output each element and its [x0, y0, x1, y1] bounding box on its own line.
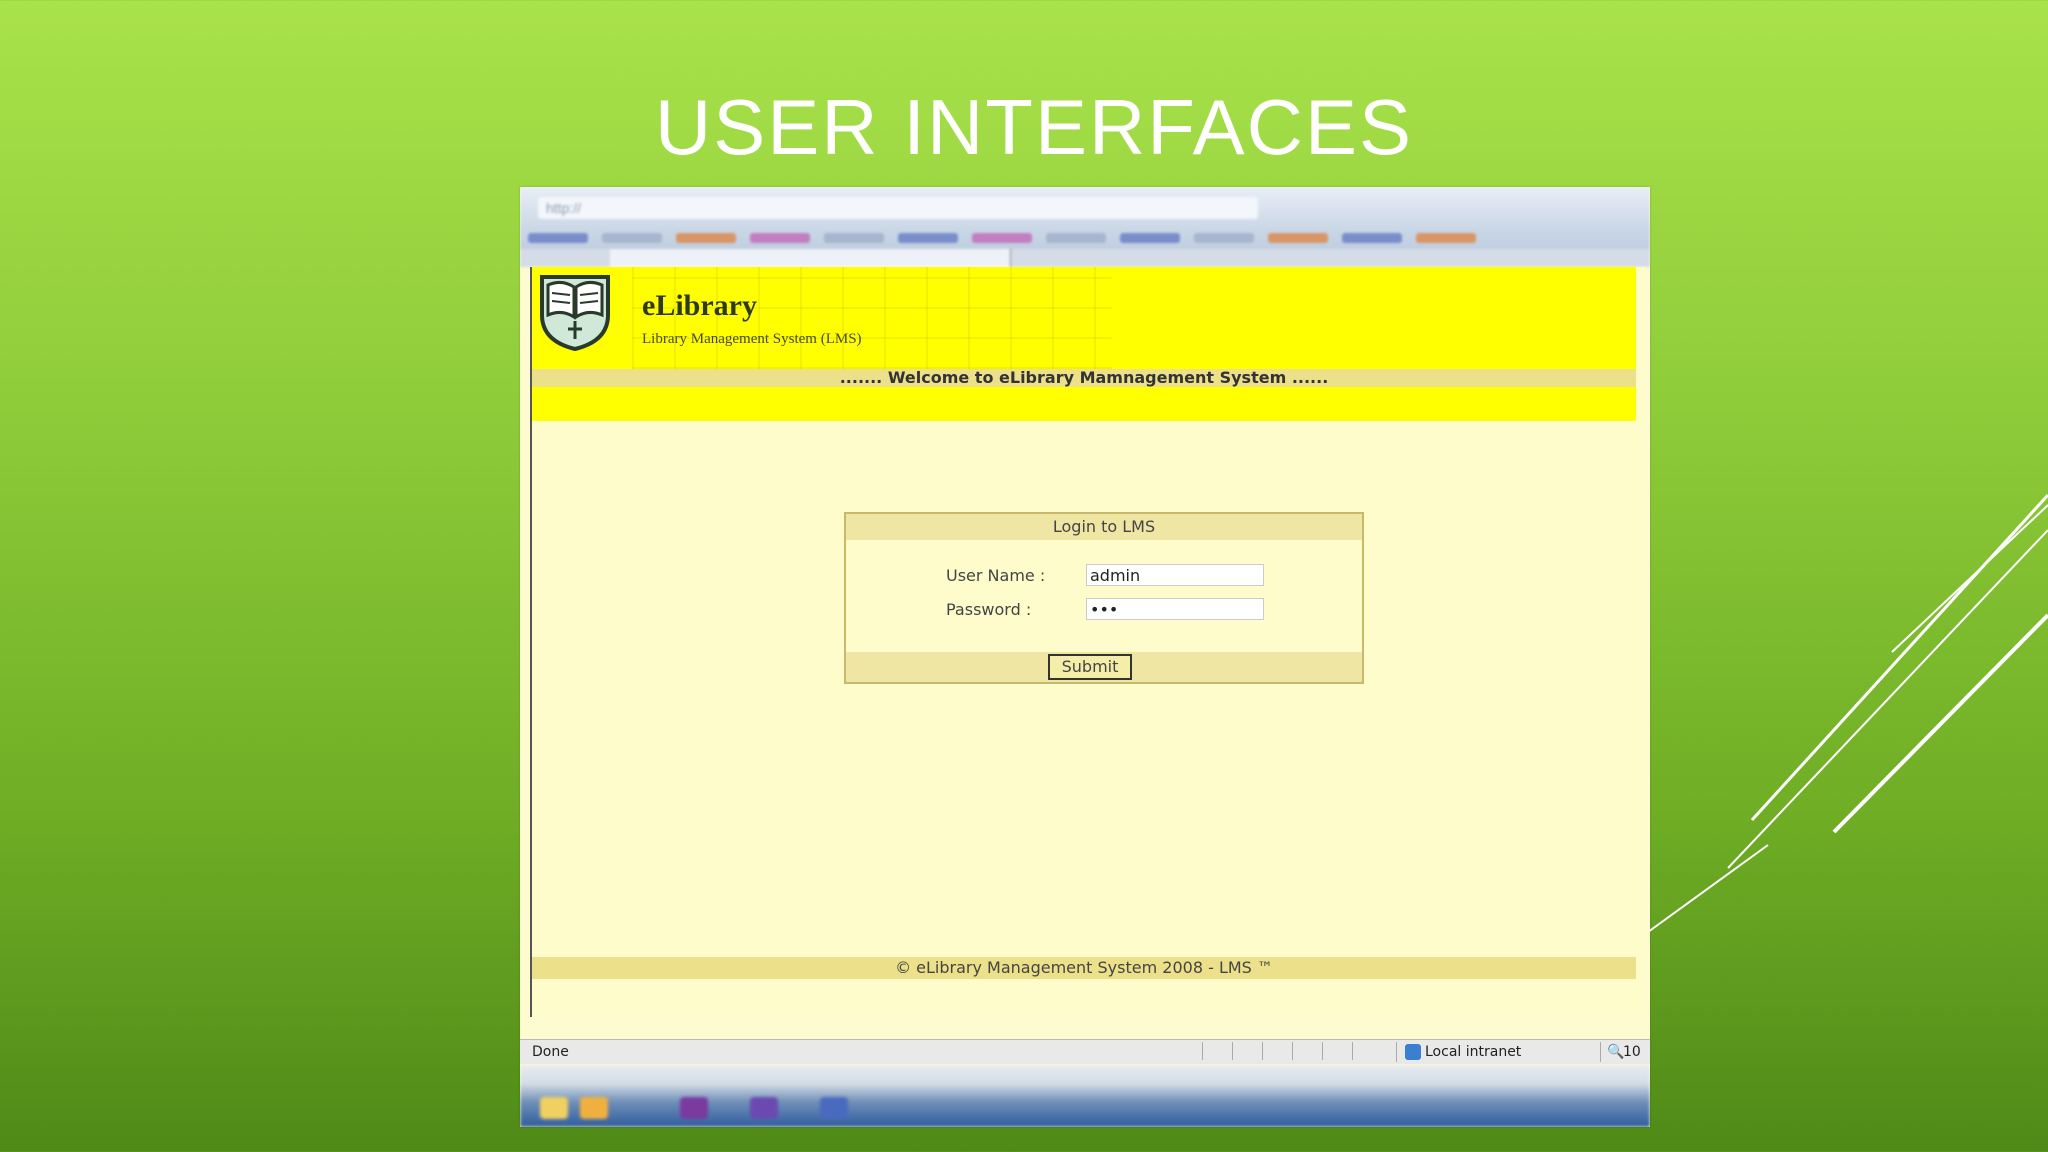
slide-title: USER INTERFACES — [654, 83, 1414, 171]
status-cell — [1202, 1042, 1231, 1060]
copyright-footer: © eLibrary Management System 2008 - LMS … — [532, 957, 1636, 979]
taskbar-app-icon[interactable] — [680, 1097, 708, 1119]
favorite-link[interactable] — [1194, 233, 1254, 243]
os-taskbar — [520, 1065, 1650, 1127]
favorite-link[interactable] — [602, 233, 662, 243]
favorite-link[interactable] — [1268, 233, 1328, 243]
favorite-link[interactable] — [750, 233, 810, 243]
favorite-link[interactable] — [972, 233, 1032, 243]
taskbar-app-icon[interactable] — [580, 1097, 608, 1119]
favorite-link[interactable] — [676, 233, 736, 243]
site-tagline: Library Management System (LMS) — [642, 331, 862, 347]
welcome-banner: ....... Welcome to eLibrary Mamnagement … — [532, 369, 1636, 387]
screenshot-frame: http:// eLibrary Library Management Syst… — [520, 187, 1650, 1127]
username-input[interactable]: admin — [1086, 564, 1264, 586]
zoom-level: 10 — [1623, 1044, 1641, 1060]
status-cell — [1352, 1042, 1381, 1060]
zoom-control[interactable]: 🔍 10 — [1600, 1042, 1649, 1062]
browser-status-bar: Done Local intranet 🔍 10 — [520, 1039, 1650, 1064]
password-input[interactable]: ••• — [1086, 598, 1264, 620]
web-page: eLibrary Library Management System (LMS)… — [530, 267, 1646, 1017]
status-cell — [1322, 1042, 1351, 1060]
login-panel: Login to LMS User Name : admin Password … — [844, 512, 1364, 684]
zone-label: Local intranet — [1425, 1044, 1522, 1060]
favorite-link[interactable] — [1416, 233, 1476, 243]
login-heading: Login to LMS — [846, 514, 1362, 540]
login-footer: Submit — [846, 652, 1362, 682]
username-label: User Name : — [946, 566, 1046, 585]
header-band — [532, 387, 1636, 421]
status-cell — [1262, 1042, 1291, 1060]
taskbar-app-icon[interactable] — [750, 1097, 778, 1119]
tab-strip — [520, 249, 1650, 267]
favorites-bar — [528, 227, 1640, 249]
favorite-link[interactable] — [1342, 233, 1402, 243]
favorite-link[interactable] — [898, 233, 958, 243]
taskbar-app-icon[interactable] — [540, 1097, 568, 1119]
library-book-logo-icon — [540, 275, 610, 351]
site-header: eLibrary Library Management System (LMS) — [532, 267, 1636, 369]
security-zone[interactable]: Local intranet — [1396, 1042, 1587, 1062]
submit-button[interactable]: Submit — [1048, 654, 1132, 680]
browser-toolbar: http:// — [520, 187, 1650, 267]
status-text: Done — [532, 1044, 569, 1060]
site-brand: eLibrary — [642, 289, 757, 322]
status-cell — [1292, 1042, 1321, 1060]
username-row: User Name : admin — [846, 564, 1362, 590]
magnifier-icon: 🔍 — [1607, 1044, 1625, 1060]
globe-icon — [1405, 1044, 1421, 1060]
favorite-link[interactable] — [1120, 233, 1180, 243]
favorite-link[interactable] — [824, 233, 884, 243]
password-label: Password : — [946, 600, 1032, 619]
browser-tab[interactable] — [610, 249, 1011, 267]
address-bar[interactable]: http:// — [538, 197, 1258, 219]
favorite-link[interactable] — [528, 233, 588, 243]
favorite-link[interactable] — [1046, 233, 1106, 243]
taskbar-app-icon[interactable] — [820, 1097, 848, 1119]
password-row: Password : ••• — [846, 598, 1362, 624]
status-cell — [1232, 1042, 1261, 1060]
